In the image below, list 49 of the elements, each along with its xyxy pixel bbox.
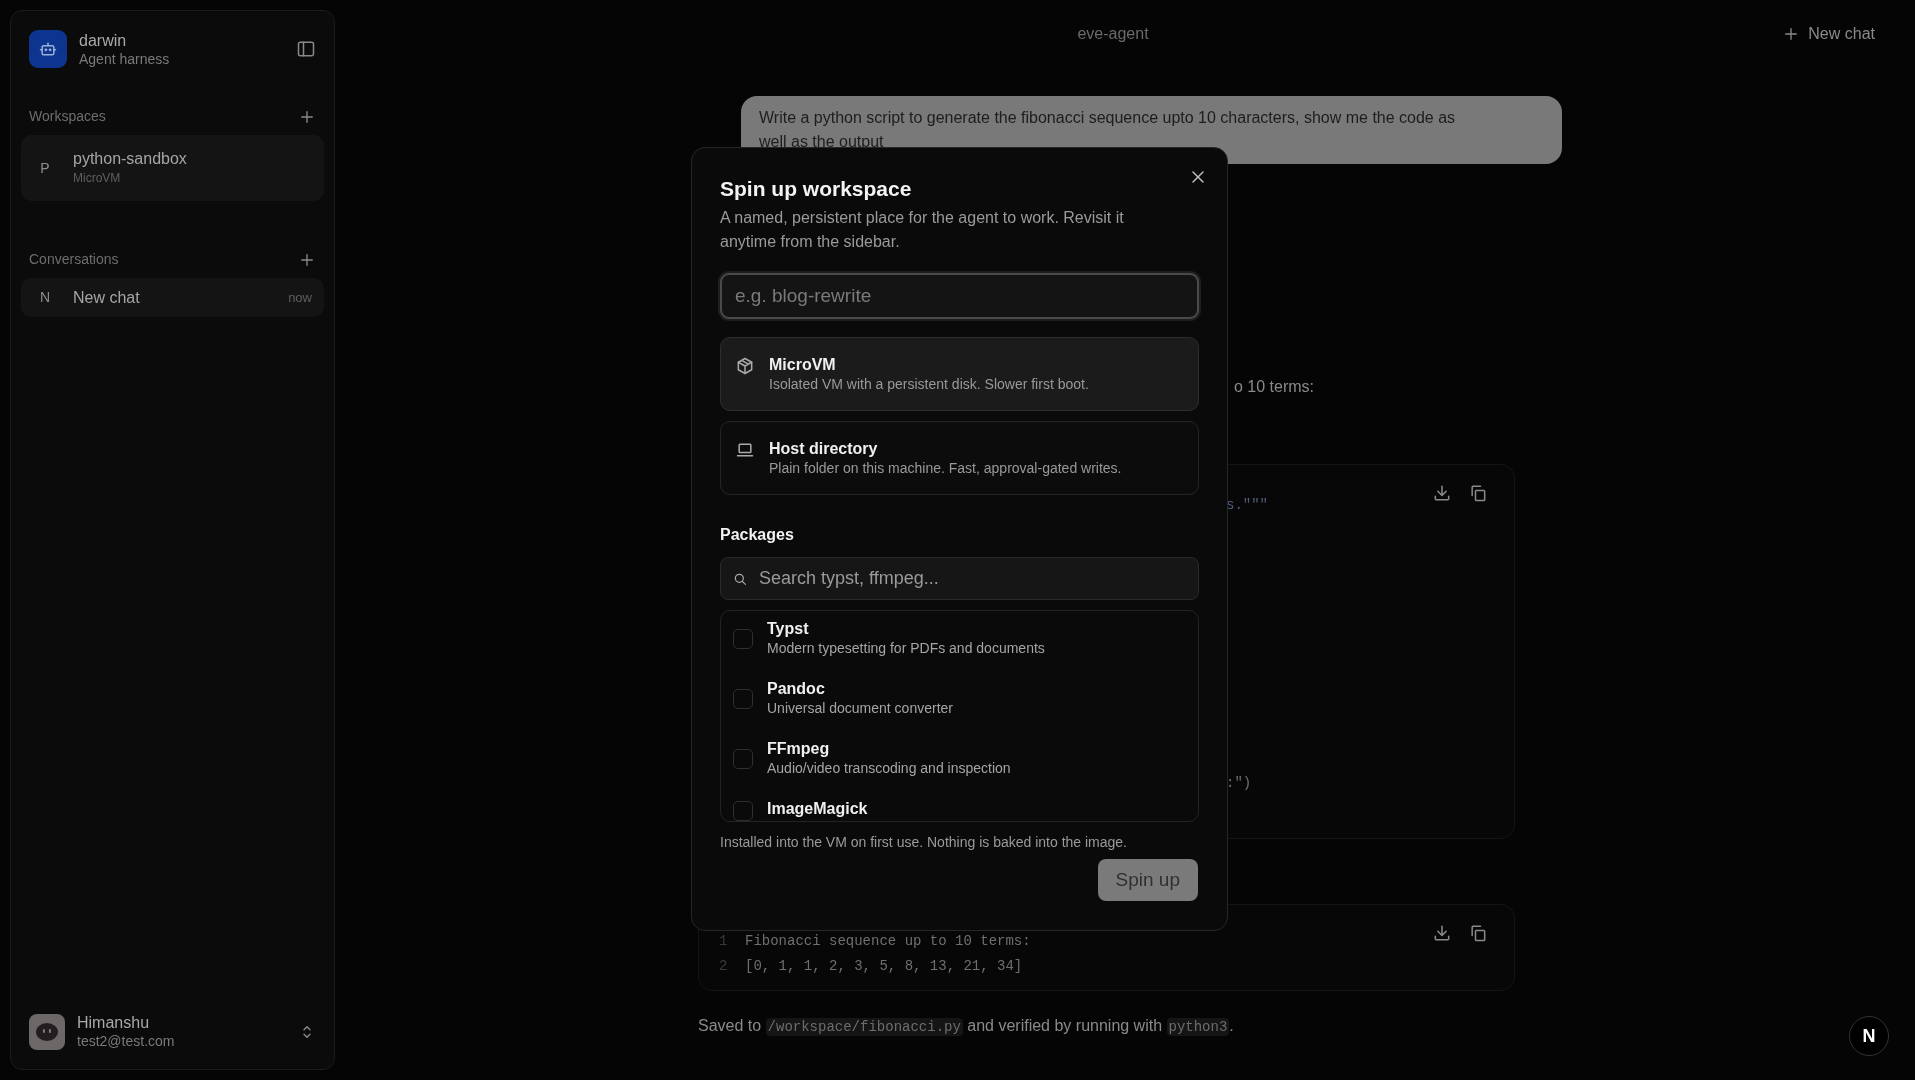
package-name: Pandoc (767, 679, 826, 700)
checkbox[interactable] (733, 689, 753, 710)
conversation-item[interactable]: N New chat now (21, 278, 324, 317)
assistant-text: o 10 terms: (1234, 377, 1315, 397)
download-icon (1432, 923, 1452, 943)
copy-icon (1468, 483, 1488, 503)
package-description: Modern typesetting for PDFs and documents (767, 639, 1045, 658)
checkbox[interactable] (733, 801, 753, 822)
search-icon (732, 571, 748, 588)
copy-button[interactable] (1468, 483, 1488, 503)
chat-title: eve-agent (1077, 24, 1149, 44)
package-description: Audio/video transcoding and inspection (767, 759, 1011, 778)
result-sentence: Saved to /workspace/fibonacci.py and verified by running with python3. (698, 1016, 1235, 1038)
new-chat-button[interactable]: New chat (1776, 21, 1881, 47)
dialog-description: A named, persistent place for the agent to work. Revisit it anytime from the sidebar. (720, 208, 1125, 253)
code-text: [0, 1, 1, 2, 3, 5, 8, 13, 21, 34] (745, 958, 1023, 974)
environment-option[interactable]: MicroVM Isolated VM with a persistent disk. Slower first boot. (720, 337, 1199, 412)
sidebar-toggle-button[interactable] (296, 39, 316, 59)
section-heading: Workspaces (29, 107, 106, 126)
app-subtitle: Agent harness (79, 49, 171, 68)
user-avatar (29, 1013, 65, 1050)
download-button[interactable] (1432, 483, 1452, 503)
dialog-title: Spin up workspace (720, 176, 913, 202)
package-name: ImageMagick (767, 799, 868, 820)
package-name: Typst (767, 619, 810, 640)
package-name: FFmpeg (767, 739, 831, 760)
download-icon (1432, 483, 1452, 503)
package-description: Universal document converter (767, 699, 953, 718)
code-text: :") (1226, 775, 1252, 791)
dev-tools-badge[interactable]: N (1849, 1016, 1889, 1056)
panel-icon (296, 39, 316, 59)
code-text: s.""" (1226, 497, 1268, 513)
help-text: Installed into the VM on first use. Nothing is baked into the image. (720, 833, 1128, 853)
name-input-field[interactable]: e.g. blog-rewrite (720, 273, 1199, 320)
section-heading: Packages (720, 525, 795, 546)
workspace-item[interactable]: P python-sandbox MicroVM (21, 135, 324, 201)
environment-option[interactable]: Host directory Plain folder on this machine. Fast, approval-gated writes. (720, 421, 1199, 496)
checkbox[interactable] (733, 629, 753, 650)
copy-icon (1468, 923, 1488, 943)
copy-button[interactable] (1468, 923, 1488, 943)
section-heading: Conversations (29, 250, 119, 269)
user-email: test2@test.com (77, 1032, 176, 1050)
package-search-field[interactable]: Search typst, ffmpeg... (720, 557, 1199, 601)
download-button[interactable] (1432, 923, 1452, 943)
cube-icon (735, 356, 755, 377)
app-name: darwin (79, 30, 128, 50)
code-text: Fibonacci sequence up to 10 terms: (745, 933, 1031, 949)
checkbox[interactable] (733, 749, 753, 770)
user-name: Himanshu (77, 1013, 151, 1032)
